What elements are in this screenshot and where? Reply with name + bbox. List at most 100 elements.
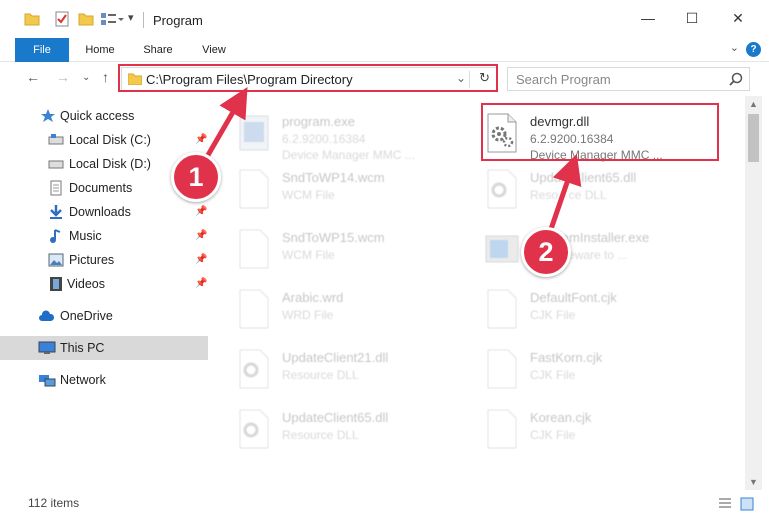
drive-icon — [48, 156, 64, 172]
sidebar-item-videos[interactable]: Videos 📌 — [0, 272, 208, 296]
file-item[interactable]: DefaultFont.cjk CJK File — [458, 280, 698, 340]
up-icon[interactable]: ↑ — [102, 69, 109, 85]
address-highlight-box — [118, 64, 498, 92]
file-item[interactable]: FastKorn.cjk CJK File — [458, 340, 698, 400]
file-item[interactable]: SndToWP14.wcm WCM File — [210, 160, 450, 220]
download-icon — [48, 204, 64, 220]
maximize-button[interactable]: ☐ — [677, 10, 707, 27]
sidebar-item-label: Downloads — [69, 205, 131, 219]
file-item[interactable]: Korean.cjk CJK File — [458, 400, 698, 460]
vertical-scrollbar[interactable]: ▲ ▼ — [745, 96, 762, 490]
back-icon[interactable]: ← — [26, 69, 40, 85]
sidebar-item-label: Network — [60, 373, 106, 387]
sidebar-item-music[interactable]: Music 📌 — [0, 224, 208, 248]
file-name: UpdateClient21.dll — [282, 350, 389, 365]
generic-file-icon — [236, 168, 272, 210]
installer-icon — [484, 228, 520, 270]
title-separator — [143, 12, 144, 28]
help-button[interactable]: ? — [746, 42, 761, 57]
file-type: WCM File — [282, 188, 335, 202]
file-item[interactable]: ProgramInstaller.exe 1.1 Freeware to ... — [458, 220, 698, 280]
details-view-icon[interactable] — [718, 497, 732, 511]
sidebar-item-local-disk-c[interactable]: Local Disk (C:) 📌 — [0, 128, 208, 152]
file-item[interactable]: UpdateClient21.dll Resource DLL — [210, 340, 450, 400]
title-bar: ▾ Program — ☐ ✕ — [0, 0, 769, 38]
close-button[interactable]: ✕ — [723, 10, 753, 27]
file-name: FastKorn.cjk — [530, 350, 603, 365]
pin-icon[interactable]: 📌 — [195, 206, 207, 217]
file-name: SndToWP15.wcm — [282, 230, 385, 245]
pin-icon[interactable]: 📌 — [195, 278, 207, 289]
network-icon — [38, 372, 56, 388]
sidebar-item-quick-access[interactable]: Quick access — [0, 104, 208, 128]
dll-gear-icon — [484, 168, 520, 210]
pin-icon[interactable]: 📌 — [195, 254, 207, 265]
generic-file-icon — [236, 228, 272, 270]
file-item[interactable]: UpdateClient65.dll Resource DLL — [458, 160, 698, 220]
window-title: Program — [153, 13, 203, 28]
computer-icon — [38, 340, 56, 356]
sidebar-item-label: Local Disk (D:) — [69, 157, 151, 171]
pin-icon[interactable]: 📌 — [195, 134, 207, 145]
generic-file-icon — [484, 348, 520, 390]
sidebar-item-downloads[interactable]: Downloads 📌 — [0, 200, 208, 224]
tab-view[interactable]: View — [190, 38, 238, 62]
new-folder-icon[interactable] — [78, 11, 94, 30]
tab-share[interactable]: Share — [134, 38, 182, 62]
file-item[interactable]: Arabic.wrd WRD File — [210, 280, 450, 340]
customize-qa-icon[interactable]: ▾ — [128, 11, 134, 24]
sidebar-item-onedrive[interactable]: OneDrive — [0, 304, 208, 328]
forward-icon[interactable]: → — [56, 69, 70, 85]
scroll-up-icon[interactable]: ▲ — [749, 99, 758, 109]
file-type: Resource DLL — [530, 188, 607, 202]
tab-home[interactable]: Home — [76, 38, 124, 62]
file-type: WCM File — [282, 248, 335, 262]
callout-step-1: 1 — [171, 152, 221, 202]
callout-step-2: 2 — [521, 227, 571, 277]
sidebar-item-label: Videos — [67, 277, 105, 291]
scroll-down-icon[interactable]: ▼ — [749, 477, 758, 487]
document-icon — [48, 180, 64, 196]
pictures-icon — [48, 252, 64, 268]
sidebar-item-network[interactable]: Network — [0, 368, 208, 392]
status-bar: 112 items — [0, 490, 769, 532]
sidebar-item-label: Documents — [69, 181, 133, 195]
file-type: Resource DLL — [282, 428, 359, 442]
file-item[interactable]: program.exe 6.2.9200.16384 Device Manage… — [210, 104, 450, 164]
sidebar-item-label: Music — [69, 229, 102, 243]
minimize-button[interactable]: — — [633, 10, 663, 26]
scroll-thumb[interactable] — [748, 114, 759, 162]
sidebar-item-label: Pictures — [69, 253, 115, 267]
search-placeholder: Search Program — [516, 72, 611, 87]
file-type: Resource DLL — [282, 368, 359, 382]
search-icon[interactable] — [729, 72, 743, 89]
file-type: CJK File — [530, 428, 576, 442]
search-box[interactable]: Search Program — [507, 67, 750, 91]
expand-ribbon-icon[interactable]: ⌄ — [730, 41, 739, 54]
music-icon — [48, 228, 64, 244]
file-type: WRD File — [282, 308, 334, 322]
file-name: Arabic.wrd — [282, 290, 344, 305]
drive-icon — [48, 132, 64, 148]
item-count: 112 items — [28, 496, 80, 510]
file-item[interactable]: UpdateClient65.dll Resource DLL — [210, 400, 450, 460]
sidebar-item-this-pc[interactable]: This PC — [0, 336, 208, 360]
generic-file-icon — [484, 288, 520, 330]
view-details-icon[interactable] — [100, 11, 124, 30]
sidebar-item-pictures[interactable]: Pictures 📌 — [0, 248, 208, 272]
file-type: CJK File — [530, 368, 576, 382]
recent-locations-icon[interactable]: ⌄ — [82, 72, 90, 83]
video-icon — [48, 276, 64, 292]
file-name: UpdateClient65.dll — [530, 170, 637, 185]
dll-gear-icon — [236, 348, 272, 390]
file-item[interactable]: SndToWP15.wcm WCM File — [210, 220, 450, 280]
tiles-view-icon[interactable] — [740, 497, 754, 511]
file-version: 6.2.9200.16384 — [282, 132, 366, 146]
sidebar-item-label: Local Disk (C:) — [69, 133, 151, 147]
pin-icon[interactable]: 📌 — [195, 230, 207, 241]
star-icon — [40, 108, 56, 124]
dll-gear-icon — [236, 408, 272, 450]
properties-icon[interactable] — [54, 11, 70, 30]
tab-file[interactable]: File — [15, 38, 69, 62]
sidebar-item-label: OneDrive — [60, 309, 113, 323]
